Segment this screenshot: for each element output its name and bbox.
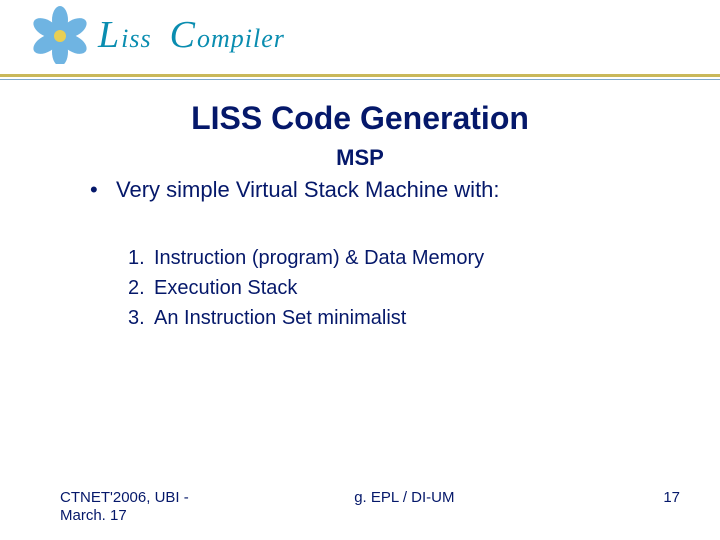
- footer-center: g. EPL / DI-UM: [189, 489, 620, 506]
- slide-subtitle: MSP: [0, 145, 720, 171]
- flower-icon: [30, 6, 90, 64]
- brand-wordmark: L iss C ompiler: [98, 13, 285, 57]
- list-number: 1.: [128, 243, 154, 273]
- list-text: An Instruction Set minimalist: [154, 303, 406, 333]
- slide-header: L iss C ompiler: [0, 0, 720, 90]
- list-item: 2. Execution Stack: [128, 273, 660, 303]
- numbered-list: 1. Instruction (program) & Data Memory 2…: [90, 243, 660, 333]
- header-divider: [0, 74, 720, 77]
- bullet-marker: •: [90, 177, 116, 203]
- list-text: Instruction (program) & Data Memory: [154, 243, 484, 273]
- brand-logo-area: L iss C ompiler: [30, 6, 285, 64]
- list-number: 2.: [128, 273, 154, 303]
- slide-title: LISS Code Generation: [0, 100, 720, 137]
- list-number: 3.: [128, 303, 154, 333]
- brand-word1-initial: L: [98, 13, 119, 57]
- brand-word2-initial: C: [170, 13, 195, 57]
- slide-footer: CTNET'2006, UBI - March. 17 g. EPL / DI-…: [0, 489, 720, 527]
- brand-word2-rest: ompiler: [197, 24, 285, 54]
- slide-content: • Very simple Virtual Stack Machine with…: [0, 177, 720, 333]
- list-text: Execution Stack: [154, 273, 297, 303]
- footer-left: CTNET'2006, UBI - March. 17: [60, 489, 189, 527]
- page-number: 17: [620, 489, 680, 506]
- brand-word1-rest: iss: [121, 24, 151, 54]
- footer-left-line2: March. 17: [60, 507, 189, 526]
- bullet-row: • Very simple Virtual Stack Machine with…: [90, 177, 660, 203]
- bullet-text: Very simple Virtual Stack Machine with:: [116, 177, 500, 203]
- list-item: 3. An Instruction Set minimalist: [128, 303, 660, 333]
- list-item: 1. Instruction (program) & Data Memory: [128, 243, 660, 273]
- footer-left-line1: CTNET'2006, UBI -: [60, 489, 189, 508]
